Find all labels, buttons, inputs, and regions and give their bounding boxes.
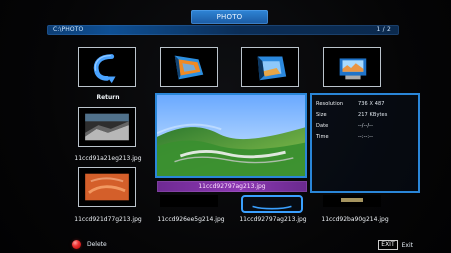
thumbnail-top-2[interactable]: [241, 47, 299, 87]
page-indicator: 1 / 2: [376, 26, 391, 33]
thumbnail-caption-middle-left: 11ccd91a21eg213.jpg: [74, 155, 142, 162]
info-row-resolution: Resolution 736 X 487: [316, 99, 414, 108]
thumbnail-caption-bottom-4: 11ccd92ba90g214.jpg: [321, 216, 389, 223]
delete-hint[interactable]: Delete: [72, 240, 107, 249]
info-row-size: Size 217 KBytes: [316, 110, 414, 119]
screen-title: PHOTO: [216, 13, 243, 21]
thumbnail-bottom-3-selected[interactable]: [241, 195, 303, 213]
selected-filename-bar: 11ccd92797ag213.jpg: [157, 181, 307, 192]
thumbnail-caption-bottom-1: 11ccd921d77g213.jpg: [74, 216, 142, 223]
photo-info-panel: Resolution 736 X 487 Size 217 KBytes Dat…: [310, 93, 420, 193]
exit-hint[interactable]: EXIT Exit: [378, 240, 413, 250]
photo-thumb-7: [252, 205, 292, 210]
red-button-icon: [72, 240, 81, 249]
info-label-time: Time: [316, 133, 329, 140]
info-value-resolution: 736 X 487: [358, 100, 385, 107]
photo-browser-screen: PHOTO C:\PHOTO 1 / 2 Return 11ccd91a21eg…: [0, 0, 451, 253]
path-bar: C:\PHOTO 1 / 2: [47, 25, 399, 35]
photo-thumb-1: [161, 48, 217, 86]
photo-thumb-4: [79, 108, 135, 146]
info-value-size: 217 KBytes: [358, 111, 388, 118]
screen-title-tab: PHOTO: [191, 10, 268, 24]
delete-label: Delete: [87, 241, 107, 248]
return-arrow-icon: [79, 48, 135, 86]
path-text: C:\PHOTO: [53, 26, 84, 33]
photo-preview-image: [157, 95, 305, 176]
info-value-date: --/--/--: [358, 122, 373, 129]
thumbnail-bottom-4[interactable]: [323, 195, 381, 207]
info-value-time: --:--:--: [358, 133, 373, 140]
selected-filename: 11ccd92797ag213.jpg: [198, 183, 266, 190]
thumbnail-top-1[interactable]: [160, 47, 218, 87]
thumbnail-bottom-1[interactable]: [78, 167, 136, 207]
exit-key-label: EXIT: [378, 240, 398, 250]
photo-thumb-8: [323, 195, 381, 207]
info-row-time: Time --:--:--: [316, 132, 414, 141]
photo-thumb-5: [79, 168, 135, 206]
info-label-size: Size: [316, 111, 327, 118]
photo-thumb-3: [324, 48, 380, 86]
info-row-date: Date --/--/--: [316, 121, 414, 130]
thumbnail-top-3[interactable]: [323, 47, 381, 87]
info-label-date: Date: [316, 122, 329, 129]
thumbnail-caption-bottom-2: 11ccd926ee5g214.jpg: [157, 216, 225, 223]
return-tile[interactable]: [78, 47, 136, 87]
thumbnail-caption-bottom-3: 11ccd92797ag213.jpg: [239, 216, 307, 223]
return-caption: Return: [96, 94, 120, 101]
thumbnail-bottom-2[interactable]: [160, 195, 218, 207]
photo-thumb-6: [160, 195, 218, 207]
exit-label: Exit: [401, 241, 413, 249]
thumbnail-middle-left[interactable]: [78, 107, 136, 147]
photo-preview: [155, 93, 307, 178]
photo-thumb-2: [242, 48, 298, 86]
info-label-resolution: Resolution: [316, 100, 344, 107]
